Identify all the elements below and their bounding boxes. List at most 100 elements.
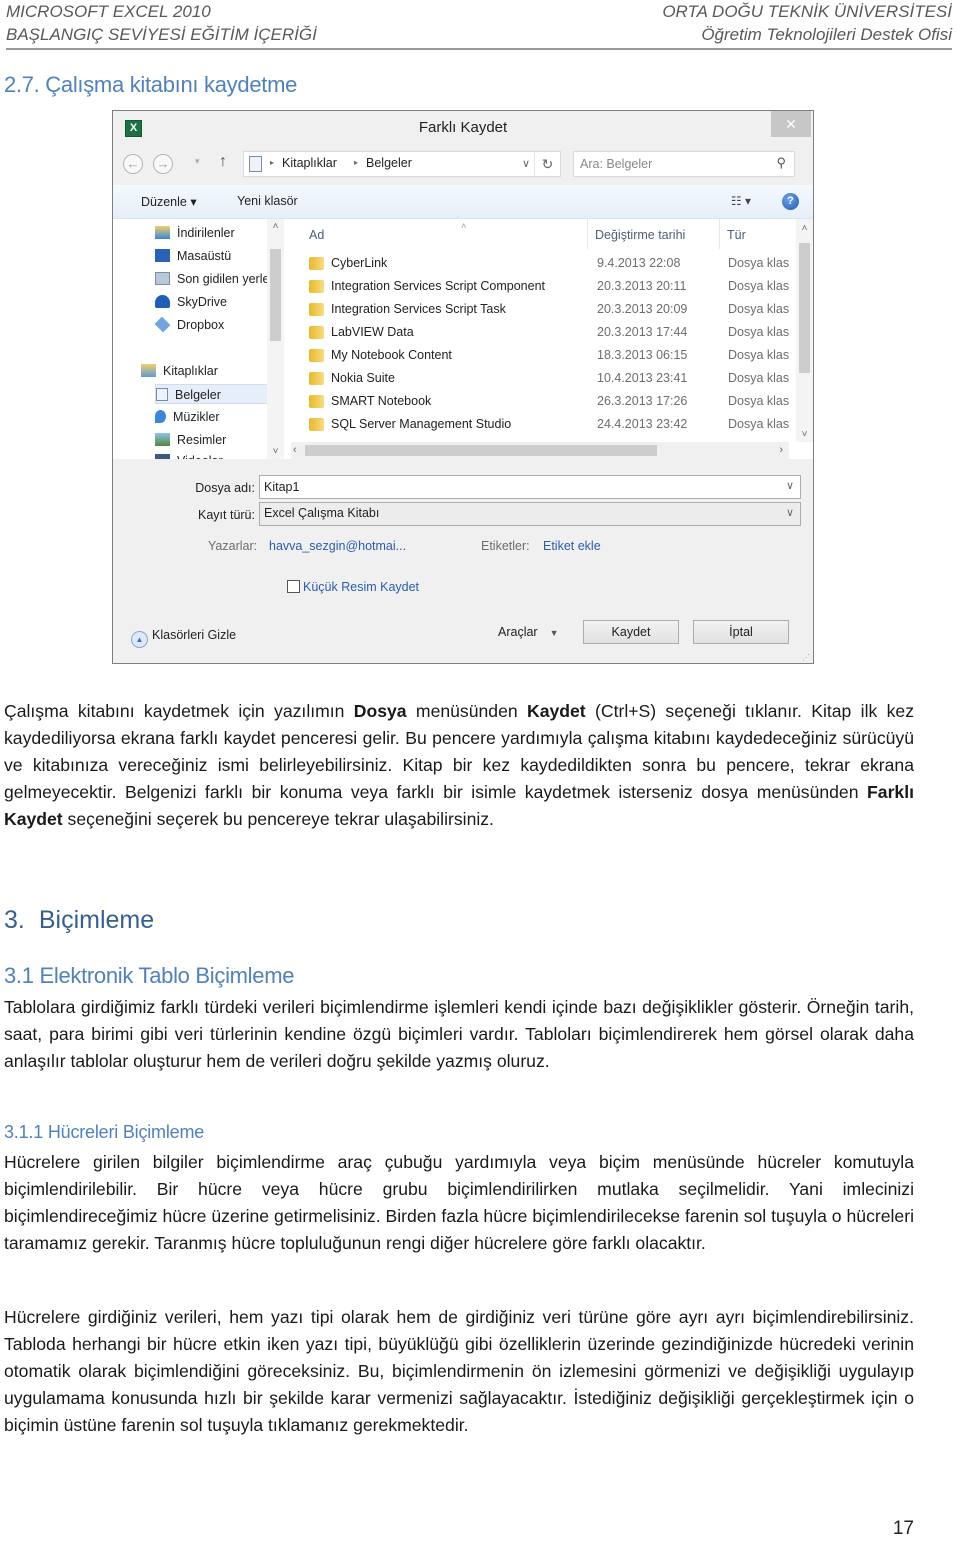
sort-ascending-icon: ˄ [461, 221, 467, 231]
tree-item-downloads[interactable]: İndirilenler [155, 223, 267, 243]
file-date: 9.4.2013 22:08 [597, 256, 681, 270]
tree-item-music[interactable]: Müzikler [155, 407, 267, 427]
file-name: Nokia Suite [331, 371, 395, 385]
chevron-down-icon[interactable]: ∨ [786, 479, 794, 492]
file-list-vscrollbar[interactable]: ˄ ˅ [796, 219, 813, 442]
back-button[interactable]: ← [123, 154, 143, 174]
collapse-up-icon: ▲ [131, 631, 148, 648]
file-row[interactable]: SMART Notebook 26.3.2013 17:26 Dosya klasö… [291, 390, 789, 413]
file-name: My Notebook Content [331, 348, 452, 362]
help-icon[interactable]: ? [782, 193, 799, 210]
section-heading-2-7: 2.7. Çalışma kitabını kaydetme [4, 72, 298, 97]
file-type: Dosya klasörü [728, 348, 789, 362]
scroll-left-icon[interactable]: ‹ [293, 442, 297, 459]
folder-icon [309, 303, 324, 316]
navigation-pane: İndirilenler Masaüstü Son gidilen yerler… [113, 219, 284, 459]
tree-item-dropbox[interactable]: Dropbox [155, 315, 267, 335]
save-thumbnail-checkbox[interactable]: Küçük Resim Kaydet [287, 580, 419, 594]
file-date: 20.3.2013 17:44 [597, 325, 688, 339]
file-name: LabVIEW Data [331, 325, 414, 339]
search-icon[interactable]: ⚲ [776, 155, 786, 171]
column-divider[interactable] [587, 219, 588, 249]
tree-item-libraries[interactable]: Kitaplıklar [141, 361, 253, 381]
file-row[interactable]: SQL Server Management Studio 24.4.2013 23… [291, 413, 789, 436]
save-type-select[interactable]: Excel Çalışma Kitabı ∨ [259, 502, 801, 526]
search-input[interactable] [580, 155, 760, 173]
cancel-button[interactable]: İptal [693, 620, 789, 644]
address-dropdown-icon[interactable]: ∨ [522, 157, 530, 170]
scroll-down-icon[interactable]: ˅ [267, 446, 284, 457]
tree-item-documents[interactable]: Belgeler [155, 384, 269, 404]
file-row[interactable]: LabVIEW Data 20.3.2013 17:44 Dosya klasörü [291, 321, 789, 344]
page-number: 17 [892, 1518, 914, 1539]
tree-item-pictures[interactable]: Resimler [155, 430, 267, 450]
navigation-bar: ← → ▾ ↑ ▸ Kitaplıklar ▸ Belgeler ∨ ↻ ⚲ [123, 149, 803, 179]
file-row[interactable]: Integration Services Script Task 20.3.201… [291, 298, 789, 321]
file-row[interactable]: My Notebook Content 18.3.2013 06:15 Dosya … [291, 344, 789, 367]
chevron-down-icon[interactable]: ∨ [786, 506, 794, 519]
heading-3: 3. Biçimleme [4, 906, 154, 935]
save-as-dialog: X Farklı Kaydet ✕ ← → ▾ ↑ ▸ Kitaplıklar … [112, 110, 814, 664]
file-name: SMART Notebook [331, 394, 432, 408]
refresh-icon[interactable]: ↻ [534, 152, 560, 176]
file-row[interactable]: Nokia Suite 10.4.2013 23:41 Dosya klasörü [291, 367, 789, 390]
save-type-label: Kayıt türü: [198, 508, 255, 522]
file-type: Dosya klasörü [728, 394, 789, 408]
filename-label: Dosya adı: [195, 481, 255, 495]
navigation-pane-scrollbar[interactable]: ˄ ˅ [267, 219, 284, 459]
address-bar[interactable]: ▸ Kitaplıklar ▸ Belgeler ∨ ↻ [243, 151, 561, 177]
file-row[interactable]: Integration Services Script Component 20.… [291, 275, 789, 298]
checkbox-box[interactable] [287, 580, 300, 593]
tree-item-recent-places[interactable]: Son gidilen yerler [155, 269, 267, 289]
column-divider[interactable] [719, 219, 720, 249]
header-right: ORTA DOĞU TEKNİK ÜNİVERSİTESİ Öğretim Te… [662, 0, 952, 46]
tags-value[interactable]: Etiket ekle [543, 539, 601, 553]
tree-item-videos[interactable]: Videolar [155, 451, 267, 459]
chevron-right-icon: ▸ [354, 158, 359, 167]
tree-item-skydrive[interactable]: SkyDrive [155, 292, 267, 312]
paragraph-formatting-preview: Hücrelere girdiğiniz verileri, hem yazı … [4, 1307, 914, 1435]
filename-input[interactable] [264, 479, 764, 495]
file-type: Dosya klasörü [728, 279, 789, 293]
tools-menu[interactable]: Araçlar ▼ [498, 625, 559, 639]
file-date: 20.3.2013 20:09 [597, 302, 688, 316]
scroll-down-icon[interactable]: ˅ [796, 429, 813, 440]
new-folder-button[interactable]: Yeni klasör [237, 194, 298, 208]
heading-3-number: 3. [4, 906, 25, 934]
header-office: Öğretim Teknolojileri Destek Ofisi [701, 25, 952, 44]
scroll-up-icon[interactable]: ˄ [796, 223, 813, 234]
scroll-right-icon[interactable]: › [779, 442, 783, 459]
scroll-up-icon[interactable]: ˄ [267, 221, 284, 232]
recent-locations-dropdown[interactable]: ▾ [195, 156, 200, 167]
save-button[interactable]: Kaydet [583, 620, 679, 644]
file-type: Dosya klasörü [728, 325, 789, 339]
authors-value[interactable]: havva_sezgin@hotmai... [269, 539, 406, 553]
dialog-body: İndirilenler Masaüstü Son gidilen yerler… [113, 219, 813, 459]
view-options-icon[interactable]: ☷ ▾ [731, 194, 751, 208]
column-header-date[interactable]: Değiştirme tarihi [595, 228, 685, 242]
file-list-hscrollbar[interactable]: ‹ › [291, 442, 789, 459]
scrollbar-thumb[interactable] [305, 445, 657, 456]
folder-icon [309, 257, 324, 270]
resize-grip-icon[interactable]: ⋰ [802, 653, 810, 662]
breadcrumb-libraries[interactable]: Kitaplıklar [282, 156, 337, 170]
scrollbar-thumb[interactable] [270, 249, 281, 341]
authors-label: Yazarlar: [208, 539, 258, 553]
hide-folders-button[interactable]: ▲ Klasörleri Gizle [131, 628, 236, 648]
scrollbar-thumb[interactable] [799, 243, 810, 373]
file-name: Integration Services Script Task [331, 302, 506, 316]
breadcrumb-documents[interactable]: Belgeler [366, 156, 412, 170]
folder-icon [309, 418, 324, 431]
close-button[interactable]: ✕ [771, 111, 811, 137]
column-header-name[interactable]: Ad [309, 228, 324, 242]
file-list-header: Ad ˄ Değiştirme tarihi Tür [291, 219, 813, 251]
tree-item-desktop[interactable]: Masaüstü [155, 246, 267, 266]
bold-term: Dosya [353, 701, 407, 721]
organize-menu[interactable]: Düzenle ▾ [141, 194, 197, 209]
column-header-type[interactable]: Tür [727, 228, 746, 242]
downloads-icon [155, 226, 170, 239]
forward-button[interactable]: → [153, 154, 173, 174]
dialog-title: Farklı Kaydet [418, 119, 508, 136]
up-button[interactable]: ↑ [219, 153, 227, 171]
file-row[interactable]: CyberLink 9.4.2013 22:08 Dosya klasörü [291, 252, 789, 275]
